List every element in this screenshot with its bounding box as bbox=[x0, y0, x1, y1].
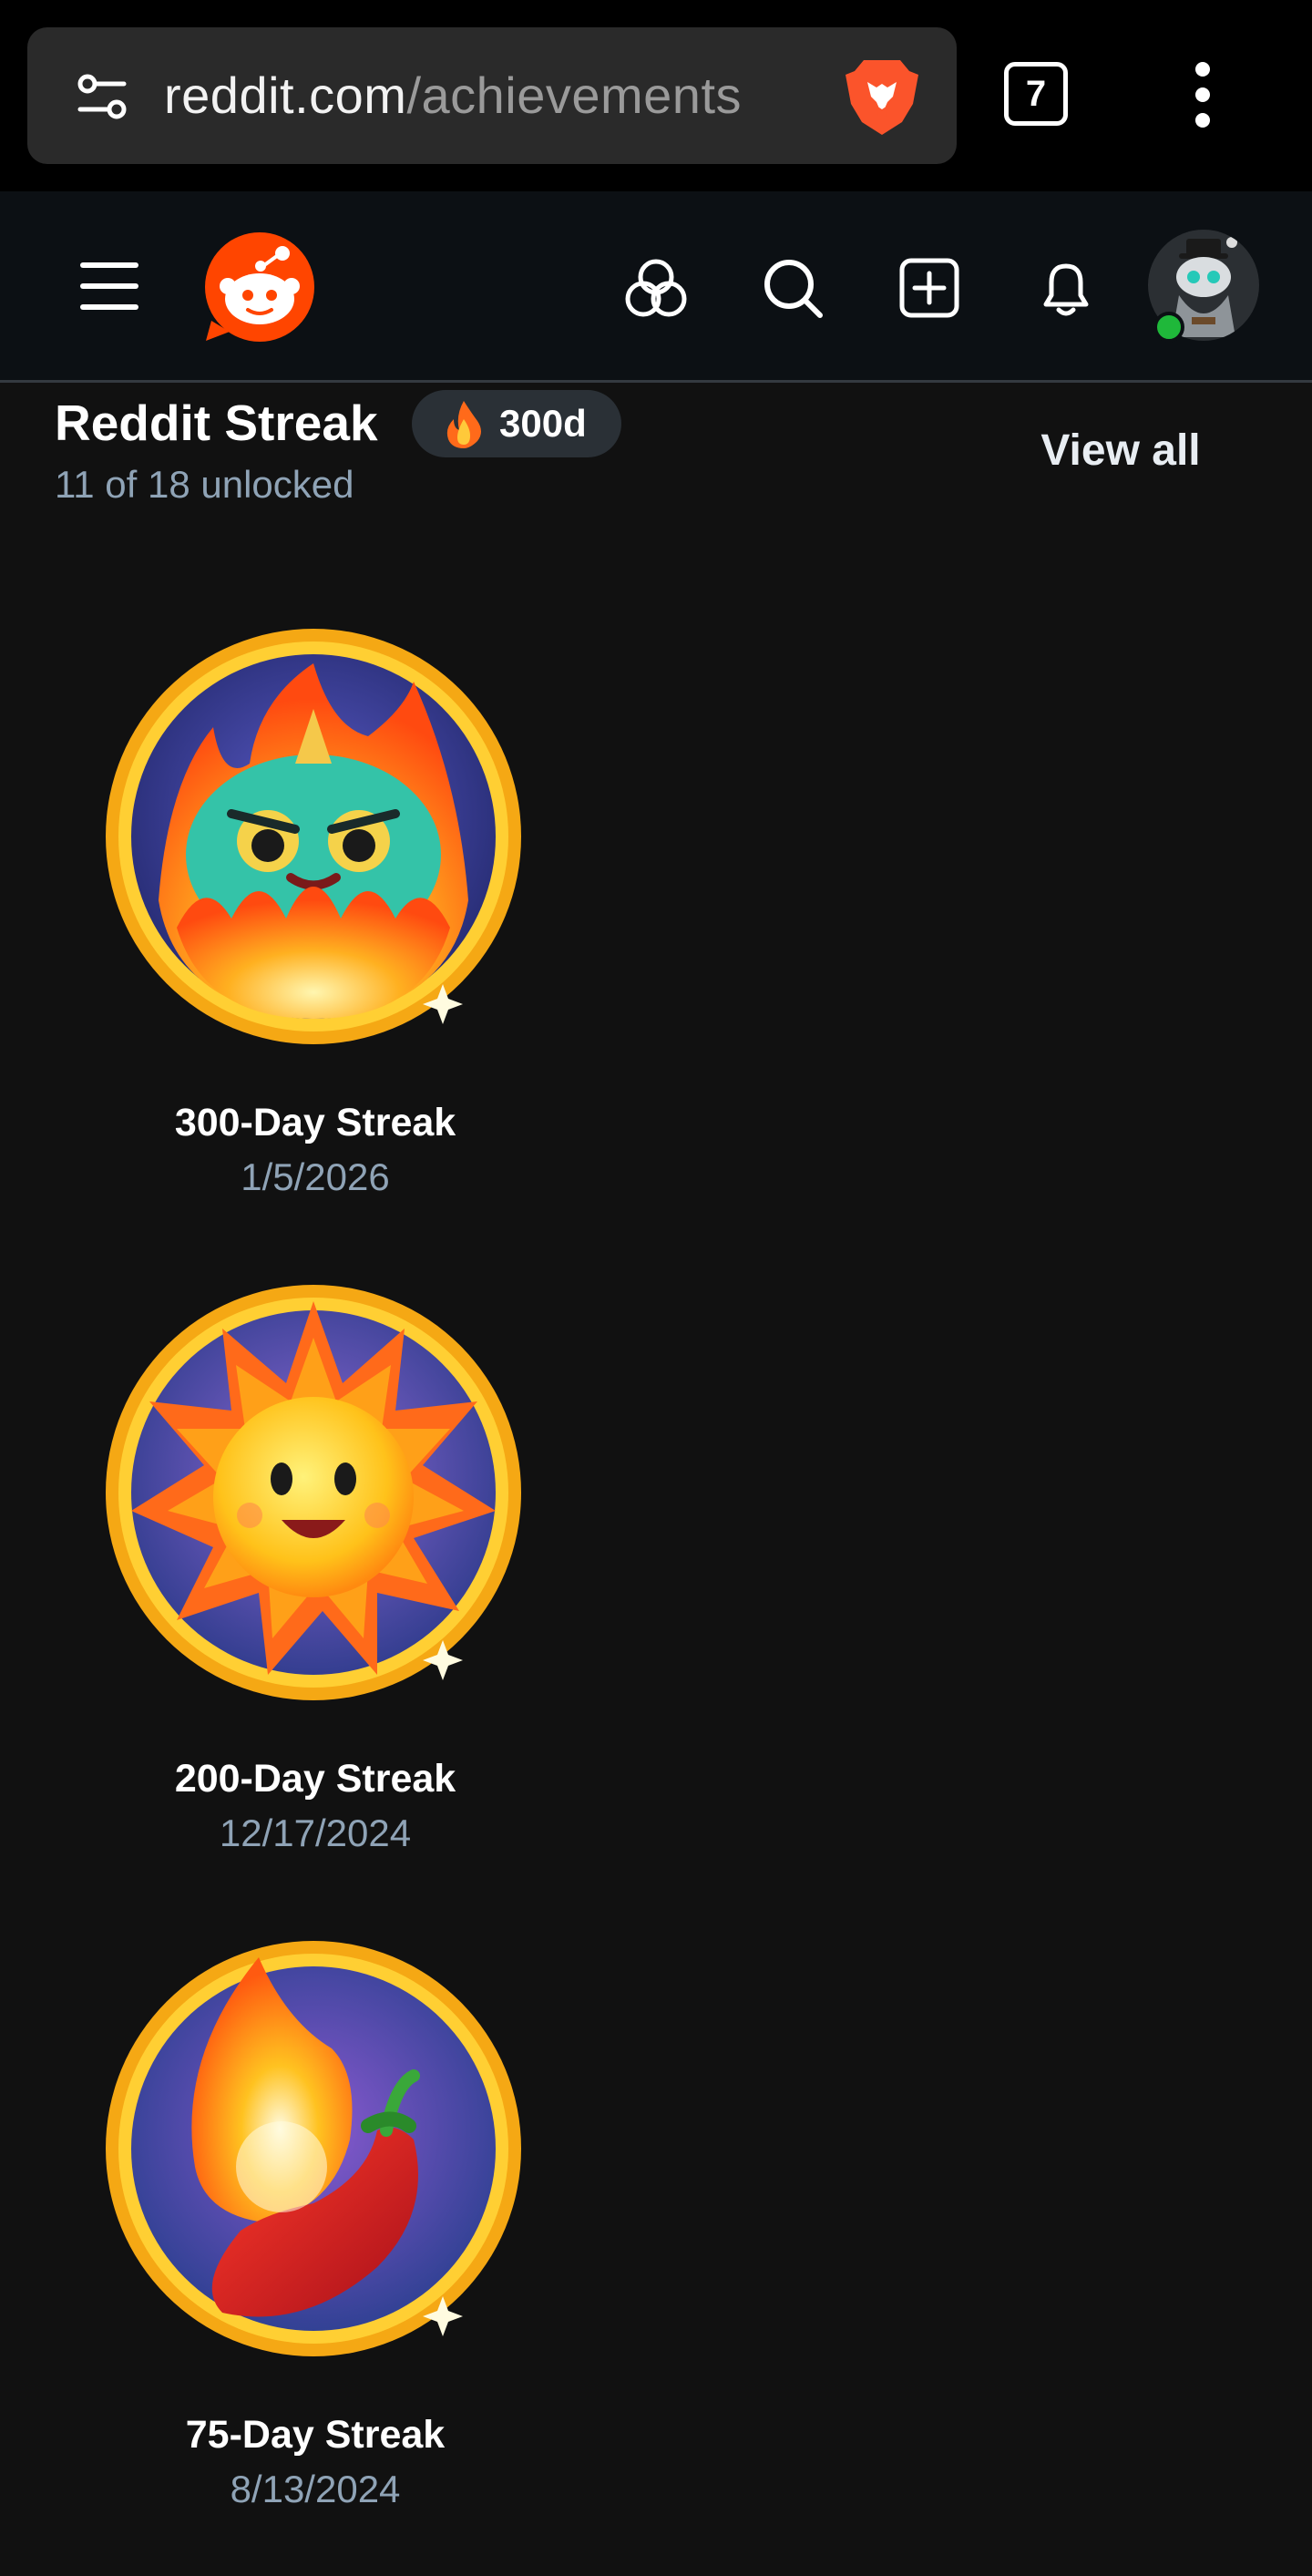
notifications-bell-icon[interactable] bbox=[1033, 255, 1099, 321]
flaming-monster-badge-icon bbox=[106, 629, 521, 1044]
url-host: reddit.com bbox=[164, 67, 407, 124]
communities-icon[interactable] bbox=[623, 255, 689, 321]
achievement-item[interactable]: 300-Day Streak 1/5/2026 bbox=[87, 627, 543, 1210]
achievement-item[interactable]: 75-Day Streak 8/13/2024 bbox=[87, 1939, 543, 2522]
online-status-indicator bbox=[1153, 312, 1184, 343]
achievement-date: 12/17/2024 bbox=[219, 1811, 412, 1854]
chili-pepper-badge-icon bbox=[106, 1941, 521, 2356]
tab-switcher-button[interactable]: 7 bbox=[1004, 62, 1068, 126]
achievement-name: 200-Day Streak bbox=[174, 1757, 456, 1801]
site-settings-icon[interactable] bbox=[75, 69, 129, 124]
achievement-name: 300-Day Streak bbox=[174, 1101, 456, 1144]
more-vertical-icon[interactable] bbox=[1181, 60, 1225, 129]
view-all-button[interactable]: View all bbox=[1011, 419, 1230, 483]
achievement-name: 75-Day Streak bbox=[185, 2413, 446, 2457]
create-post-icon[interactable] bbox=[897, 255, 962, 321]
section-title: Reddit Streak bbox=[55, 395, 378, 451]
hamburger-menu-icon[interactable] bbox=[77, 257, 142, 315]
achievement-item[interactable]: 200-Day Streak 12/17/2024 bbox=[87, 1283, 543, 1866]
unlocked-count: 11 of 18 unlocked bbox=[55, 463, 354, 506]
smiling-sun-badge-icon bbox=[106, 1285, 521, 1700]
browser-toolbar: reddit.com/achievements 7 bbox=[0, 0, 1312, 191]
url-text[interactable]: reddit.com/achievements bbox=[164, 66, 742, 126]
search-icon[interactable] bbox=[760, 255, 825, 321]
reddit-snoo-logo[interactable] bbox=[202, 230, 317, 344]
achievement-date: 1/5/2026 bbox=[241, 1155, 390, 1198]
flame-icon bbox=[446, 401, 481, 448]
url-path: /achievements bbox=[406, 67, 743, 124]
address-bar[interactable]: reddit.com/achievements bbox=[27, 27, 957, 164]
brave-lion-icon[interactable] bbox=[836, 51, 928, 142]
streak-badge: 300d bbox=[412, 390, 621, 457]
streak-days: 300d bbox=[499, 402, 587, 445]
app-header bbox=[0, 191, 1312, 383]
achievement-date: 8/13/2024 bbox=[230, 2468, 401, 2510]
